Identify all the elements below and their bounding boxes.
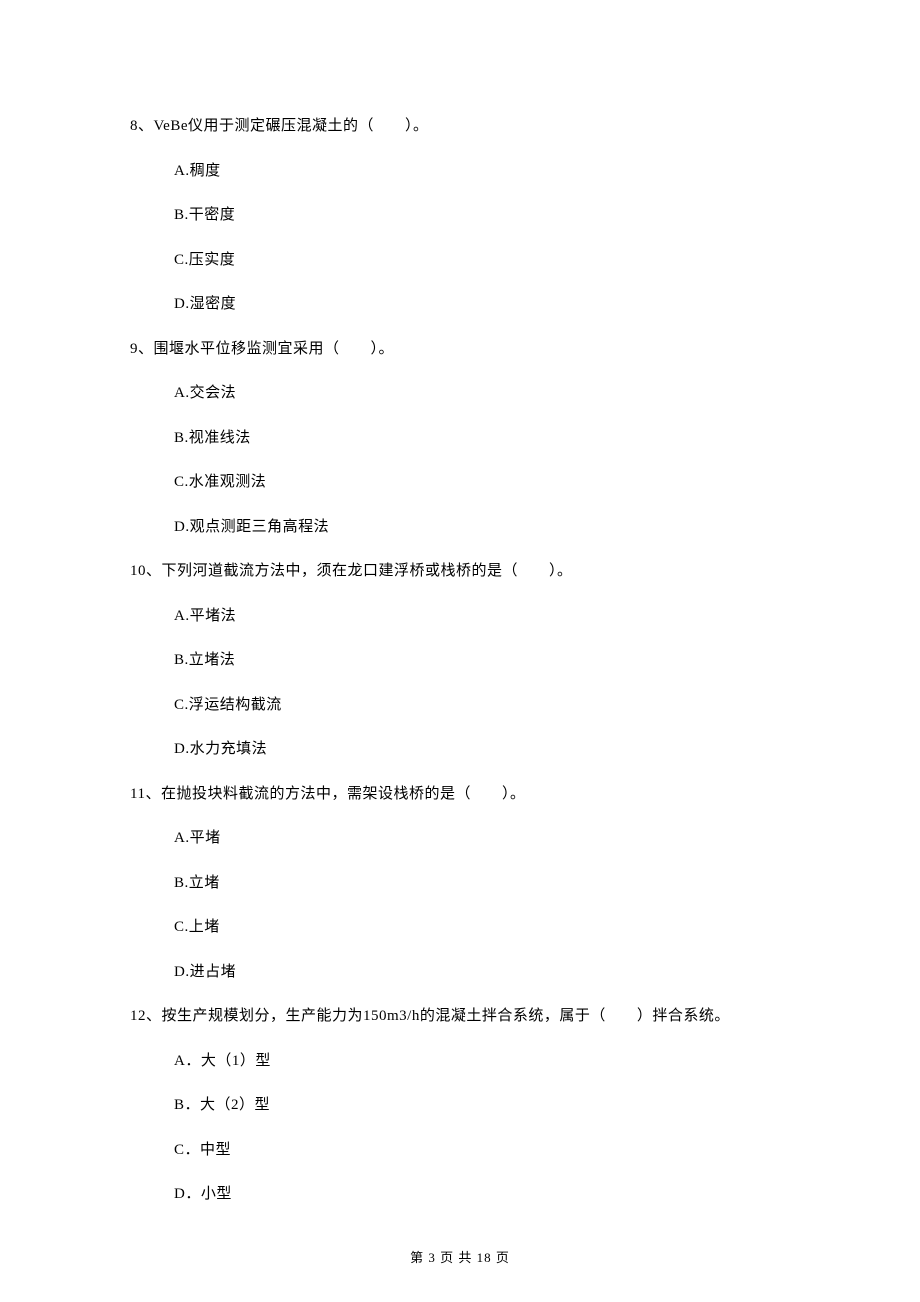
option-c: C.水准观测法 <box>174 471 790 494</box>
question-9: 9、围堰水平位移监测宜采用（ ）。 A.交会法 B.视准线法 C.水准观测法 D… <box>130 338 790 539</box>
question-text: 12、按生产规模划分，生产能力为150m3/h的混凝土拌合系统，属于（ ）拌合系… <box>130 1005 790 1028</box>
question-number: 12、 <box>130 1008 162 1024</box>
option-a: A.交会法 <box>174 382 790 405</box>
option-a: A.稠度 <box>174 160 790 183</box>
question-body: VeBe仪用于测定碾压混凝土的（ ）。 <box>154 118 429 134</box>
question-12: 12、按生产规模划分，生产能力为150m3/h的混凝土拌合系统，属于（ ）拌合系… <box>130 1005 790 1206</box>
question-text: 8、VeBe仪用于测定碾压混凝土的（ ）。 <box>130 115 790 138</box>
question-number: 11、 <box>130 786 161 802</box>
option-c: C．中型 <box>174 1139 790 1162</box>
question-number: 10、 <box>130 563 162 579</box>
question-body: 在抛投块料截流的方法中，需架设栈桥的是（ ）。 <box>161 786 526 802</box>
option-c: C.上堵 <box>174 916 790 939</box>
question-number: 9、 <box>130 341 154 357</box>
question-8: 8、VeBe仪用于测定碾压混凝土的（ ）。 A.稠度 B.干密度 C.压实度 D… <box>130 115 790 316</box>
option-b: B.立堵法 <box>174 649 790 672</box>
question-text: 10、下列河道截流方法中，须在龙口建浮桥或栈桥的是（ ）。 <box>130 560 790 583</box>
question-text: 9、围堰水平位移监测宜采用（ ）。 <box>130 338 790 361</box>
option-d: D.观点测距三角高程法 <box>174 516 790 539</box>
page-footer: 第 3 页 共 18 页 <box>0 1247 920 1266</box>
option-a: A.平堵法 <box>174 605 790 628</box>
question-body: 围堰水平位移监测宜采用（ ）。 <box>154 341 395 357</box>
question-11: 11、在抛投块料截流的方法中，需架设栈桥的是（ ）。 A.平堵 B.立堵 C.上… <box>130 783 790 984</box>
option-c: C.压实度 <box>174 249 790 272</box>
question-body: 下列河道截流方法中，须在龙口建浮桥或栈桥的是（ ）。 <box>162 563 573 579</box>
option-d: D.水力充填法 <box>174 738 790 761</box>
option-d: D.湿密度 <box>174 293 790 316</box>
option-b: B.立堵 <box>174 872 790 895</box>
question-body: 按生产规模划分，生产能力为150m3/h的混凝土拌合系统，属于（ ）拌合系统。 <box>162 1008 730 1024</box>
option-b: B.干密度 <box>174 204 790 227</box>
question-number: 8、 <box>130 118 154 134</box>
option-d: D.进占堵 <box>174 961 790 984</box>
question-10: 10、下列河道截流方法中，须在龙口建浮桥或栈桥的是（ ）。 A.平堵法 B.立堵… <box>130 560 790 761</box>
option-a: A．大（1）型 <box>174 1050 790 1073</box>
option-b: B．大（2）型 <box>174 1094 790 1117</box>
question-text: 11、在抛投块料截流的方法中，需架设栈桥的是（ ）。 <box>130 783 790 806</box>
page-content: 8、VeBe仪用于测定碾压混凝土的（ ）。 A.稠度 B.干密度 C.压实度 D… <box>0 0 920 1206</box>
option-b: B.视准线法 <box>174 427 790 450</box>
option-a: A.平堵 <box>174 827 790 850</box>
option-d: D．小型 <box>174 1183 790 1206</box>
option-c: C.浮运结构截流 <box>174 694 790 717</box>
